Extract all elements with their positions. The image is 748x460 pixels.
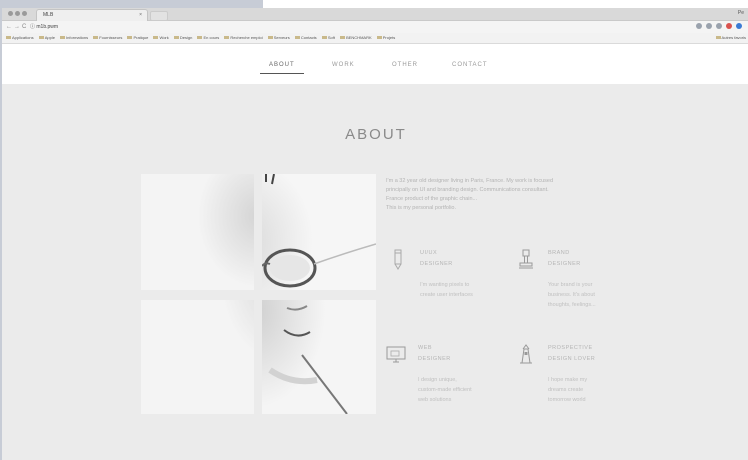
lighthouse-icon	[520, 344, 532, 364]
page-title: ABOUT	[345, 126, 407, 143]
bookmark-item[interactable]: Apple	[38, 33, 55, 43]
pencil-icon	[394, 249, 402, 270]
folder-icon	[294, 36, 300, 40]
folder-icon	[340, 36, 346, 40]
service-prospective: PROSPECTIVE DESIGN LOVER I hope make my …	[516, 343, 636, 423]
browser-tab[interactable]: MLB ×	[36, 9, 148, 21]
portrait-tile-top-right	[262, 174, 376, 290]
tab-close-icon[interactable]: ×	[139, 10, 142, 21]
zoom-window-icon[interactable]	[22, 11, 27, 16]
site-header: ABOUT WORK OTHER CONTACT	[2, 44, 748, 84]
stamp-icon	[519, 249, 533, 269]
folder-icon	[224, 36, 230, 40]
address-bar[interactable]: ⓘ m1b.pwm	[30, 23, 650, 31]
intro-line: principally on UI and branding design. C…	[386, 187, 549, 193]
browser-window: MLB × Pe ← → C ⓘ m1b.pwm Applications Ap…	[2, 8, 748, 460]
bookmark-item[interactable]: Soft	[321, 33, 335, 43]
bookmark-item[interactable]: Fournisseurs	[93, 33, 122, 43]
folder-icon	[267, 36, 273, 40]
folder-icon	[153, 36, 159, 40]
nav-other[interactable]: OTHER	[392, 62, 418, 68]
other-bookmarks[interactable]: Autres favoris	[715, 33, 746, 43]
service-title: WEB DESIGNER	[418, 345, 451, 362]
portrait-tile-bottom-right	[262, 300, 376, 414]
service-description: Your brand is your business. It's about …	[548, 282, 596, 308]
close-window-icon[interactable]	[8, 11, 13, 16]
portrait-tile-top-left	[141, 174, 254, 290]
extension-icon[interactable]	[736, 23, 742, 29]
service-uiux: UI/UX DESIGNER I'm wanting pixels to cre…	[388, 248, 508, 318]
intro-line: France product of the graphic chain...	[386, 196, 478, 202]
service-title: PROSPECTIVE DESIGN LOVER	[548, 345, 596, 362]
bookmark-item[interactable]: Applications	[6, 33, 34, 43]
folder-icon	[715, 36, 721, 40]
service-brand: BRAND DESIGNER Your brand is your busine…	[516, 248, 636, 328]
reload-icon[interactable]: C	[22, 23, 26, 31]
bookmark-item[interactable]: Serveurs	[267, 33, 290, 43]
bookmark-item[interactable]: En cours	[197, 33, 219, 43]
star-icon[interactable]	[696, 23, 702, 29]
profile-name[interactable]: Pe	[738, 10, 744, 16]
forward-icon[interactable]: →	[14, 23, 20, 31]
folder-icon	[38, 36, 44, 40]
folder-icon	[60, 36, 66, 40]
intro-line: This is my personal portfolio.	[386, 205, 456, 211]
new-tab-button[interactable]	[150, 11, 168, 21]
browser-toolbar: ← → C ⓘ m1b.pwm	[2, 21, 748, 33]
bookmark-item[interactable]: Recherche emploi	[224, 33, 263, 43]
nav-work[interactable]: WORK	[332, 62, 355, 68]
tab-title: MLB	[43, 12, 54, 18]
service-description: I hope make my dreams create tomorrow wo…	[548, 377, 588, 403]
browser-titlebar: MLB × Pe	[2, 8, 748, 21]
folder-icon	[321, 36, 327, 40]
extension-icons	[696, 23, 742, 31]
bookmark-item[interactable]: Work	[153, 33, 169, 43]
service-description: I'm wanting pixels to create user interf…	[420, 282, 473, 298]
service-description: I design unique, custom-made efficient w…	[418, 377, 472, 403]
folder-icon	[6, 36, 11, 40]
monitor-icon	[386, 346, 406, 363]
service-title: BRAND DESIGNER	[548, 250, 581, 267]
back-icon[interactable]: ←	[6, 23, 12, 31]
folder-icon	[127, 36, 133, 40]
nav-contact[interactable]: CONTACT	[452, 62, 488, 68]
active-nav-indicator	[260, 73, 304, 74]
intro-text: I'm a 32 year old designer living in Par…	[386, 177, 631, 213]
portrait-tile-bottom-left	[141, 300, 254, 414]
bookmark-item[interactable]: Design	[173, 33, 192, 43]
service-web: WEB DESIGNER I design unique, custom-mad…	[386, 343, 506, 423]
bookmark-item[interactable]: Pratique	[127, 33, 148, 43]
folder-icon	[173, 36, 179, 40]
folder-icon	[197, 36, 203, 40]
folder-icon	[376, 36, 382, 40]
bookmark-item[interactable]: Contacts	[294, 33, 317, 43]
service-title: UI/UX DESIGNER	[420, 250, 453, 267]
bookmark-item[interactable]: Projets	[376, 33, 395, 43]
extension-icon[interactable]	[706, 23, 712, 29]
bookmarks-bar: Applications Apple Informations Fourniss…	[2, 33, 748, 44]
minimize-window-icon[interactable]	[15, 11, 20, 16]
intro-line: I'm a 32 year old designer living in Par…	[386, 178, 554, 184]
extension-icon[interactable]	[716, 23, 722, 29]
nav-about[interactable]: ABOUT	[269, 62, 295, 68]
folder-icon	[93, 36, 99, 40]
bookmark-item[interactable]: BENCHMARK	[340, 33, 372, 43]
bookmark-item[interactable]: Informations	[60, 33, 88, 43]
extension-icon[interactable]	[726, 23, 732, 29]
